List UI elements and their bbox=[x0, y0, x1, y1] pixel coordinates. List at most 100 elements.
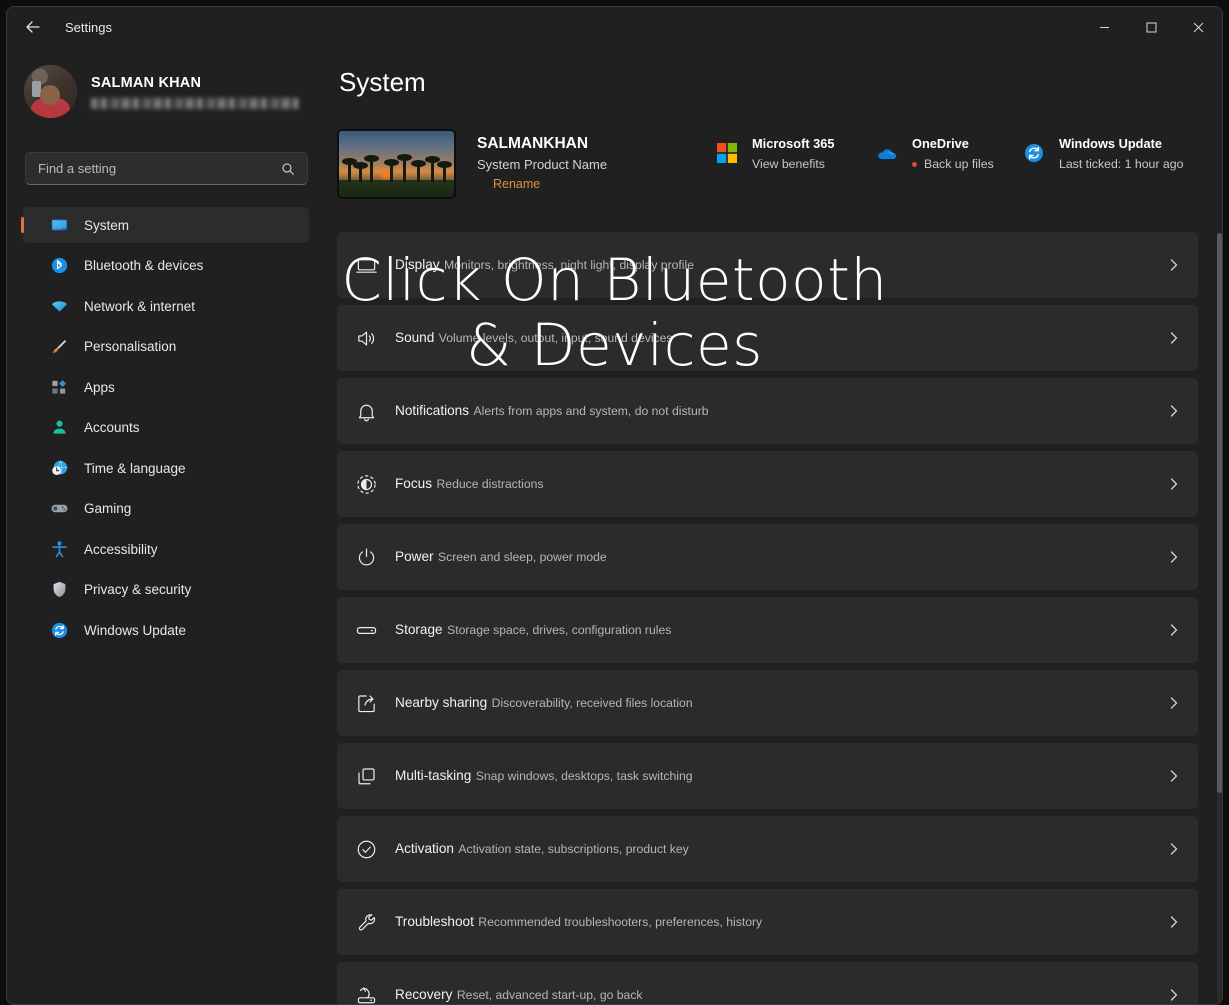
settings-row-notifications[interactable]: Notifications Alerts from apps and syste… bbox=[337, 378, 1198, 444]
row-subtitle: Reset, advanced start-up, go back bbox=[456, 988, 643, 1002]
settings-list: Display Monitors, brightness, night ligh… bbox=[337, 232, 1198, 1004]
row-subtitle: Screen and sleep, power mode bbox=[437, 550, 607, 564]
sync-icon bbox=[49, 620, 69, 640]
settings-row-focus[interactable]: Focus Reduce distractions bbox=[337, 451, 1198, 517]
chevron-right-icon[interactable] bbox=[1167, 259, 1180, 272]
recovery-icon bbox=[353, 982, 379, 1004]
service-windows-update[interactable]: Windows Update Last ticked: 1 hour ago bbox=[1022, 135, 1183, 171]
maximize-button[interactable] bbox=[1128, 7, 1175, 47]
monitor-icon bbox=[49, 215, 69, 235]
row-title: Troubleshoot bbox=[395, 914, 474, 929]
title-bar: Settings bbox=[7, 7, 1222, 47]
settings-row-recovery[interactable]: Recovery Reset, advanced start-up, go ba… bbox=[337, 962, 1198, 1004]
chevron-right-icon[interactable] bbox=[1167, 843, 1180, 856]
sidebar-item-label: Apps bbox=[84, 379, 115, 395]
profile-email-redacted bbox=[91, 97, 299, 109]
scrollbar-track[interactable] bbox=[1217, 233, 1222, 1003]
accessibility-icon bbox=[49, 539, 69, 559]
rename-link[interactable]: Rename bbox=[493, 177, 540, 191]
sidebar-item-personalisation[interactable]: Personalisation bbox=[23, 329, 309, 365]
sidebar-item-gaming[interactable]: Gaming bbox=[23, 491, 309, 527]
chevron-right-icon[interactable] bbox=[1167, 697, 1180, 710]
row-title: Nearby sharing bbox=[395, 695, 488, 710]
service-subtitle: Back up files bbox=[924, 157, 994, 171]
main-content: System SALMANKHAN System Product Name Re… bbox=[323, 47, 1222, 1004]
sidebar-item-accessibility[interactable]: Accessibility bbox=[23, 531, 309, 567]
service-shortcuts: Microsoft 365 View benefits OneDrive Bac… bbox=[715, 135, 1183, 171]
service-title: Microsoft 365 bbox=[752, 136, 835, 151]
service-onedrive[interactable]: OneDrive Back up files bbox=[875, 135, 1022, 171]
chevron-right-icon[interactable] bbox=[1167, 989, 1180, 1002]
sidebar-item-label: Privacy & security bbox=[84, 582, 192, 597]
sidebar-item-apps[interactable]: Apps bbox=[23, 369, 309, 405]
sidebar-item-windows-update[interactable]: Windows Update bbox=[23, 612, 309, 648]
person-icon bbox=[49, 418, 69, 438]
service-title: OneDrive bbox=[912, 136, 969, 151]
sidebar-item-label: Network & internet bbox=[84, 298, 196, 314]
search-input[interactable] bbox=[26, 161, 281, 176]
settings-row-storage[interactable]: Storage Storage space, drives, configura… bbox=[337, 597, 1198, 663]
row-title: Focus bbox=[395, 476, 433, 491]
settings-row-display[interactable]: Display Monitors, brightness, night ligh… bbox=[337, 232, 1198, 298]
settings-row-troubleshoot[interactable]: Troubleshoot Recommended troubleshooters… bbox=[337, 889, 1198, 955]
row-title: Notifications bbox=[395, 403, 470, 418]
settings-row-nearby-sharing[interactable]: Nearby sharing Discoverability, received… bbox=[337, 670, 1198, 736]
back-arrow-icon[interactable] bbox=[15, 11, 51, 43]
chevron-right-icon[interactable] bbox=[1167, 551, 1180, 564]
settings-row-activation[interactable]: Activation Activation state, subscriptio… bbox=[337, 816, 1198, 882]
settings-row-power[interactable]: Power Screen and sleep, power mode bbox=[337, 524, 1198, 590]
search-box[interactable] bbox=[25, 152, 308, 185]
chevron-right-icon[interactable] bbox=[1167, 916, 1180, 929]
gamepad-icon bbox=[49, 499, 69, 519]
sidebar-item-time-language[interactable]: Time & language bbox=[23, 450, 309, 486]
chevron-right-icon[interactable] bbox=[1167, 332, 1180, 345]
chevron-right-icon[interactable] bbox=[1167, 624, 1180, 637]
wifi-icon bbox=[49, 296, 69, 316]
profile-name: SALMAN KHAN bbox=[91, 74, 202, 91]
row-subtitle: Reduce distractions bbox=[436, 477, 544, 491]
device-name: SALMANKHAN bbox=[477, 135, 589, 152]
chevron-right-icon[interactable] bbox=[1167, 770, 1180, 783]
sidebar-item-system[interactable]: System bbox=[23, 207, 309, 243]
service-microsoft-365[interactable]: Microsoft 365 View benefits bbox=[715, 135, 875, 171]
sync-icon bbox=[1022, 141, 1046, 165]
sidebar: SALMAN KHAN Find a setting System Blueto… bbox=[7, 47, 323, 1004]
service-subtitle: Last ticked: 1 hour ago bbox=[1059, 157, 1184, 171]
speaker-icon bbox=[353, 325, 379, 351]
windows-stack-icon bbox=[353, 763, 379, 789]
sidebar-item-label: Accessibility bbox=[84, 541, 158, 557]
minimize-button[interactable] bbox=[1081, 7, 1128, 47]
row-subtitle: Activation state, subscriptions, product… bbox=[458, 842, 689, 856]
row-title: Power bbox=[395, 549, 434, 564]
sidebar-item-privacy-security[interactable]: Privacy & security bbox=[23, 572, 309, 608]
row-title: Storage bbox=[395, 622, 443, 637]
row-subtitle: Storage space, drives, configuration rul… bbox=[447, 623, 672, 637]
settings-row-sound[interactable]: Sound Volume levels, output, input, soun… bbox=[337, 305, 1198, 371]
sidebar-item-network-internet[interactable]: Network & internet bbox=[23, 288, 309, 324]
device-product-name: System Product Name bbox=[477, 157, 608, 172]
sidebar-item-bluetooth-devices[interactable]: Bluetooth & devices bbox=[23, 248, 309, 284]
wrench-icon bbox=[353, 909, 379, 935]
bell-icon bbox=[353, 398, 379, 424]
row-title: Display bbox=[395, 257, 440, 272]
sidebar-item-accounts[interactable]: Accounts bbox=[23, 410, 309, 446]
bluetooth-icon bbox=[49, 256, 69, 276]
clock-globe-icon bbox=[49, 458, 69, 478]
device-thumbnail bbox=[337, 129, 456, 199]
sidebar-item-label: Personalisation bbox=[84, 339, 177, 354]
row-title: Activation bbox=[395, 841, 454, 856]
search-icon bbox=[281, 162, 295, 176]
close-button[interactable] bbox=[1175, 7, 1222, 47]
user-profile[interactable]: SALMAN KHAN bbox=[24, 65, 299, 118]
check-circle-icon bbox=[353, 836, 379, 862]
chevron-right-icon[interactable] bbox=[1167, 405, 1180, 418]
scrollbar-thumb[interactable] bbox=[1217, 233, 1222, 793]
paintbrush-icon bbox=[49, 337, 69, 357]
settings-window: Settings SALMAN KHAN Find a setting Syst… bbox=[6, 6, 1223, 1005]
avatar bbox=[24, 65, 77, 118]
sidebar-item-label: System bbox=[84, 217, 130, 233]
chevron-right-icon[interactable] bbox=[1167, 478, 1180, 491]
settings-row-multi-tasking[interactable]: Multi-tasking Snap windows, desktops, ta… bbox=[337, 743, 1198, 809]
page-title: System bbox=[339, 67, 426, 97]
service-subtitle: View benefits bbox=[752, 157, 825, 171]
